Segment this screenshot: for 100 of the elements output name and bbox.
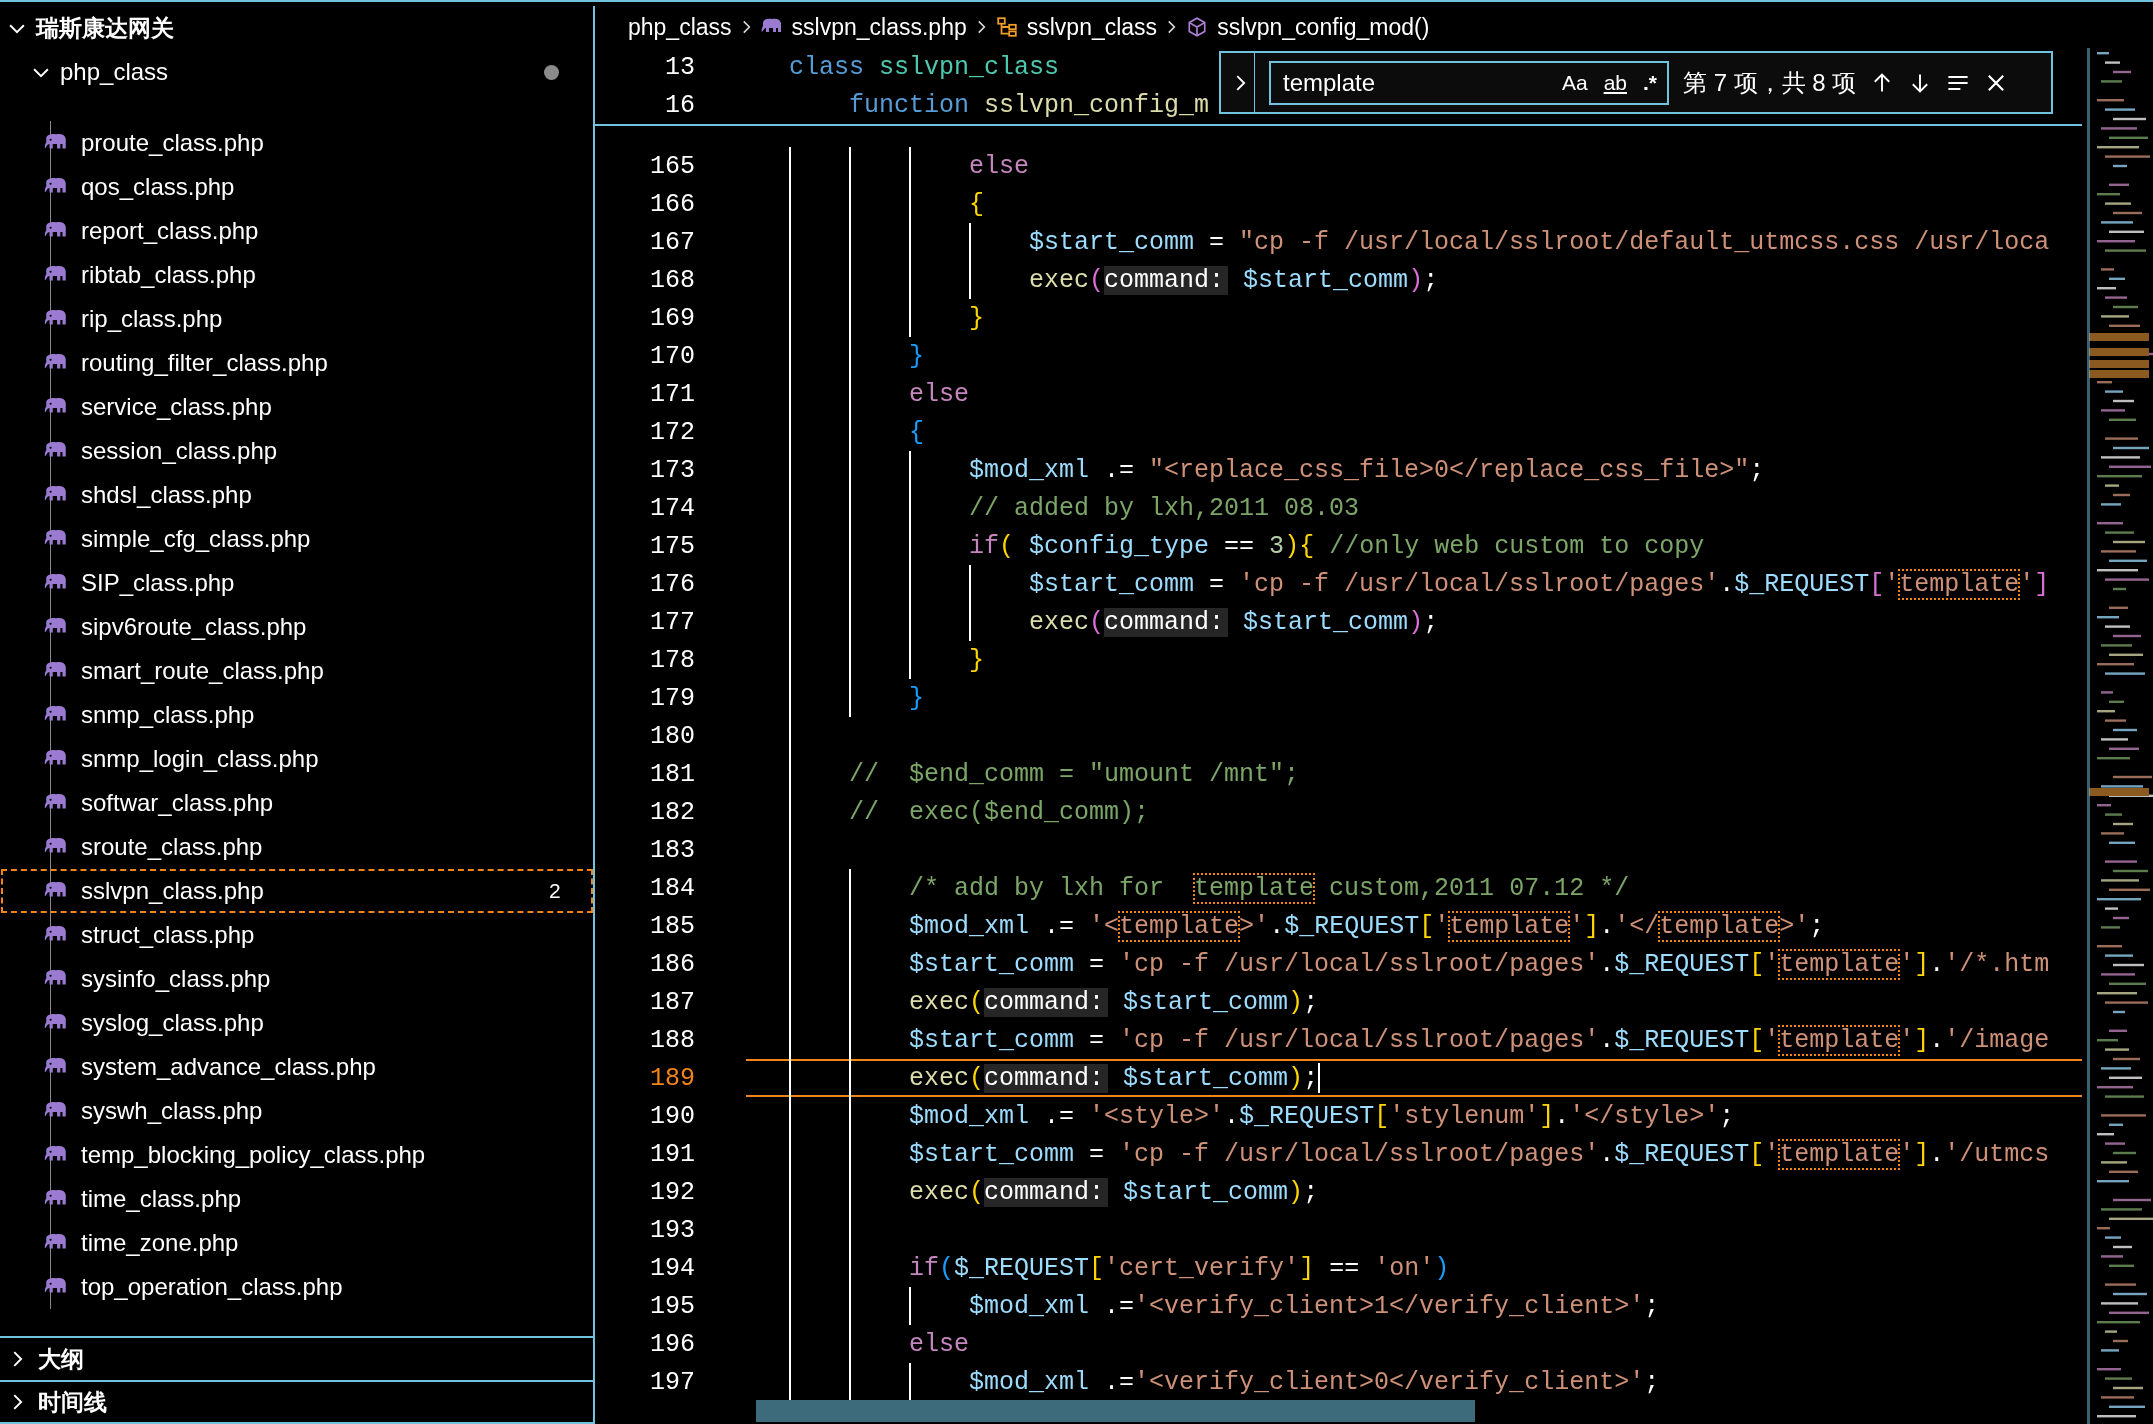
file-item[interactable]: rip_class.php (1, 297, 593, 341)
line-number: 176 (649, 569, 695, 599)
file-item[interactable]: time_class.php (1, 1177, 593, 1221)
file-item[interactable]: snmp_class.php (1, 693, 593, 737)
code-line: $mod_xml .= '<template>'.$_REQUEST['template'].'</template>'; (909, 911, 1825, 941)
line-number: 194 (649, 1253, 695, 1283)
line-number: 167 (649, 227, 695, 257)
code-line: } (909, 341, 925, 371)
file-item[interactable]: softwar_class.php (1, 781, 593, 825)
line-number: 189 (649, 1063, 695, 1093)
line-number: 179 (649, 683, 695, 713)
code-line: exec(command: $start_comm); (1029, 607, 1439, 637)
file-item[interactable]: shdsl_class.php (1, 473, 593, 517)
code-line: if( $config_type == 3){ //only web custom to copy (969, 531, 1705, 561)
file-item[interactable]: session_class.php (1, 429, 593, 473)
file-item[interactable]: simple_cfg_class.php (1, 517, 593, 561)
line-number: 188 (649, 1025, 695, 1055)
code-line: $mod_xml .='<verify_client>1</verify_client>'; (969, 1291, 1660, 1321)
option-toggle[interactable]: ab (1603, 70, 1627, 95)
file-item[interactable]: qos_class.php (1, 165, 593, 209)
code-line: // $end_comm = "umount /mnt"; (849, 759, 1300, 789)
search-field[interactable]: template Aa ab .* (1269, 60, 1669, 105)
code-line: } (909, 683, 925, 713)
line-number: 171 (649, 379, 695, 409)
code-line: $mod_xml .= '<style>'.$_REQUEST['stylenum'].'</style>'; (909, 1101, 1735, 1131)
code-line: /* add by lxh for template custom,2011 07.12 */ (909, 873, 1630, 903)
code-line: else (909, 1329, 970, 1359)
line-number: 177 (649, 607, 695, 637)
code-line: if($_REQUEST['cert_verify'] == 'on') (909, 1253, 1450, 1283)
line-number: 175 (649, 531, 695, 561)
match-count: 第 7 项，共 8 项 (1683, 67, 1857, 98)
file-item[interactable]: proute_class.php (1, 121, 593, 165)
line-number: 181 (649, 759, 695, 789)
line-number: 16 (664, 90, 695, 120)
file-item[interactable]: ribtab_class.php (1, 253, 593, 297)
line-number: 173 (649, 455, 695, 485)
nodes-icon (994, 16, 1019, 38)
line-number: 180 (649, 721, 695, 751)
breadcrumb-item[interactable]: php_class (628, 13, 732, 41)
file-item[interactable]: struct_class.php (1, 913, 593, 957)
file-item[interactable]: syslog_class.php (1, 1001, 593, 1045)
line-number: 178 (649, 645, 695, 675)
line-number: 174 (649, 493, 695, 523)
folder-item[interactable]: php_class (0, 50, 593, 94)
file-item[interactable]: sslvpn_class.php 2 (1, 869, 593, 913)
code-line: exec(command: $start_comm); (1029, 265, 1439, 295)
file-item[interactable]: service_class.php (1, 385, 593, 429)
line-number: 187 (649, 987, 695, 1017)
file-item[interactable]: routing_filter_class.php (1, 341, 593, 385)
minimap[interactable] (2087, 48, 2153, 1424)
line-number: 186 (649, 949, 695, 979)
file-item[interactable]: system_advance_class.php (1, 1045, 593, 1089)
code-line: } (969, 645, 985, 675)
file-item[interactable]: sroute_class.php (1, 825, 593, 869)
code-line: exec(command: $start_comm); (909, 1063, 1319, 1093)
code-line: { (969, 189, 985, 219)
line-number: 168 (649, 265, 695, 295)
code-line: } (969, 303, 985, 333)
breadcrumb-item[interactable]: sslvpn_class (994, 13, 1158, 41)
code-line: else (969, 151, 1030, 181)
line-number: 195 (649, 1291, 695, 1321)
file-item[interactable]: time_zone.php (1, 1221, 593, 1265)
code-line: $start_comm = "cp -f /usr/local/sslroot/default_utmcss.css /usr/loca (1029, 227, 2050, 257)
option-toggle[interactable]: Aa (1561, 70, 1588, 95)
line-number: 190 (649, 1101, 695, 1131)
scrollbar-thumb[interactable] (756, 1400, 1475, 1422)
panel-header[interactable]: 大纲 (0, 1336, 593, 1380)
option-toggle[interactable]: .* (1643, 70, 1657, 95)
code-line: $start_comm = 'cp -f /usr/local/sslroot/pages'.$_REQUEST['template'] (1029, 569, 2050, 599)
code-line: else (909, 379, 970, 409)
file-item[interactable]: report_class.php (1, 209, 593, 253)
line-number: 183 (649, 835, 695, 865)
line-number: 182 (649, 797, 695, 827)
file-item[interactable]: sipv6route_class.php (1, 605, 593, 649)
panel-header[interactable]: 时间线 (0, 1380, 593, 1424)
breadcrumb-item[interactable]: sslvpn_config_mod() (1185, 13, 1430, 41)
line-number: 192 (649, 1177, 695, 1207)
code-line: exec(command: $start_comm); (909, 1177, 1319, 1207)
line-number: 13 (664, 52, 695, 82)
explorer-root[interactable]: 瑞斯康达网关 (0, 6, 593, 50)
file-item[interactable]: snmp_login_class.php (1, 737, 593, 781)
file-item[interactable]: smart_route_class.php (1, 649, 593, 693)
code-line: $start_comm = 'cp -f /usr/local/sslroot/pages'.$_REQUEST['template'].'/*.htm (909, 949, 2050, 979)
file-item[interactable]: syswh_class.php (1, 1089, 593, 1133)
line-number: 191 (649, 1139, 695, 1169)
line-number: 197 (649, 1367, 695, 1397)
problem-count: 2 (549, 879, 561, 903)
code-line: // added by lxh,2011 08.03 (969, 493, 1360, 523)
file-item[interactable]: sysinfo_class.php (1, 957, 593, 1001)
line-number: 193 (649, 1215, 695, 1245)
file-item[interactable]: top_operation_class.php (1, 1265, 593, 1309)
text-cursor (1318, 1063, 1321, 1093)
code-line: class sslvpn_class (789, 52, 1060, 82)
file-item[interactable]: SIP_class.php (1, 561, 593, 605)
line-number: 166 (649, 189, 695, 219)
line-number: 170 (649, 341, 695, 371)
line-number: 172 (649, 417, 695, 447)
breadcrumb-item[interactable]: sslvpn_class.php (759, 13, 967, 41)
file-item[interactable]: temp_blocking_policy_class.php (1, 1133, 593, 1177)
line-number: 196 (649, 1329, 695, 1359)
